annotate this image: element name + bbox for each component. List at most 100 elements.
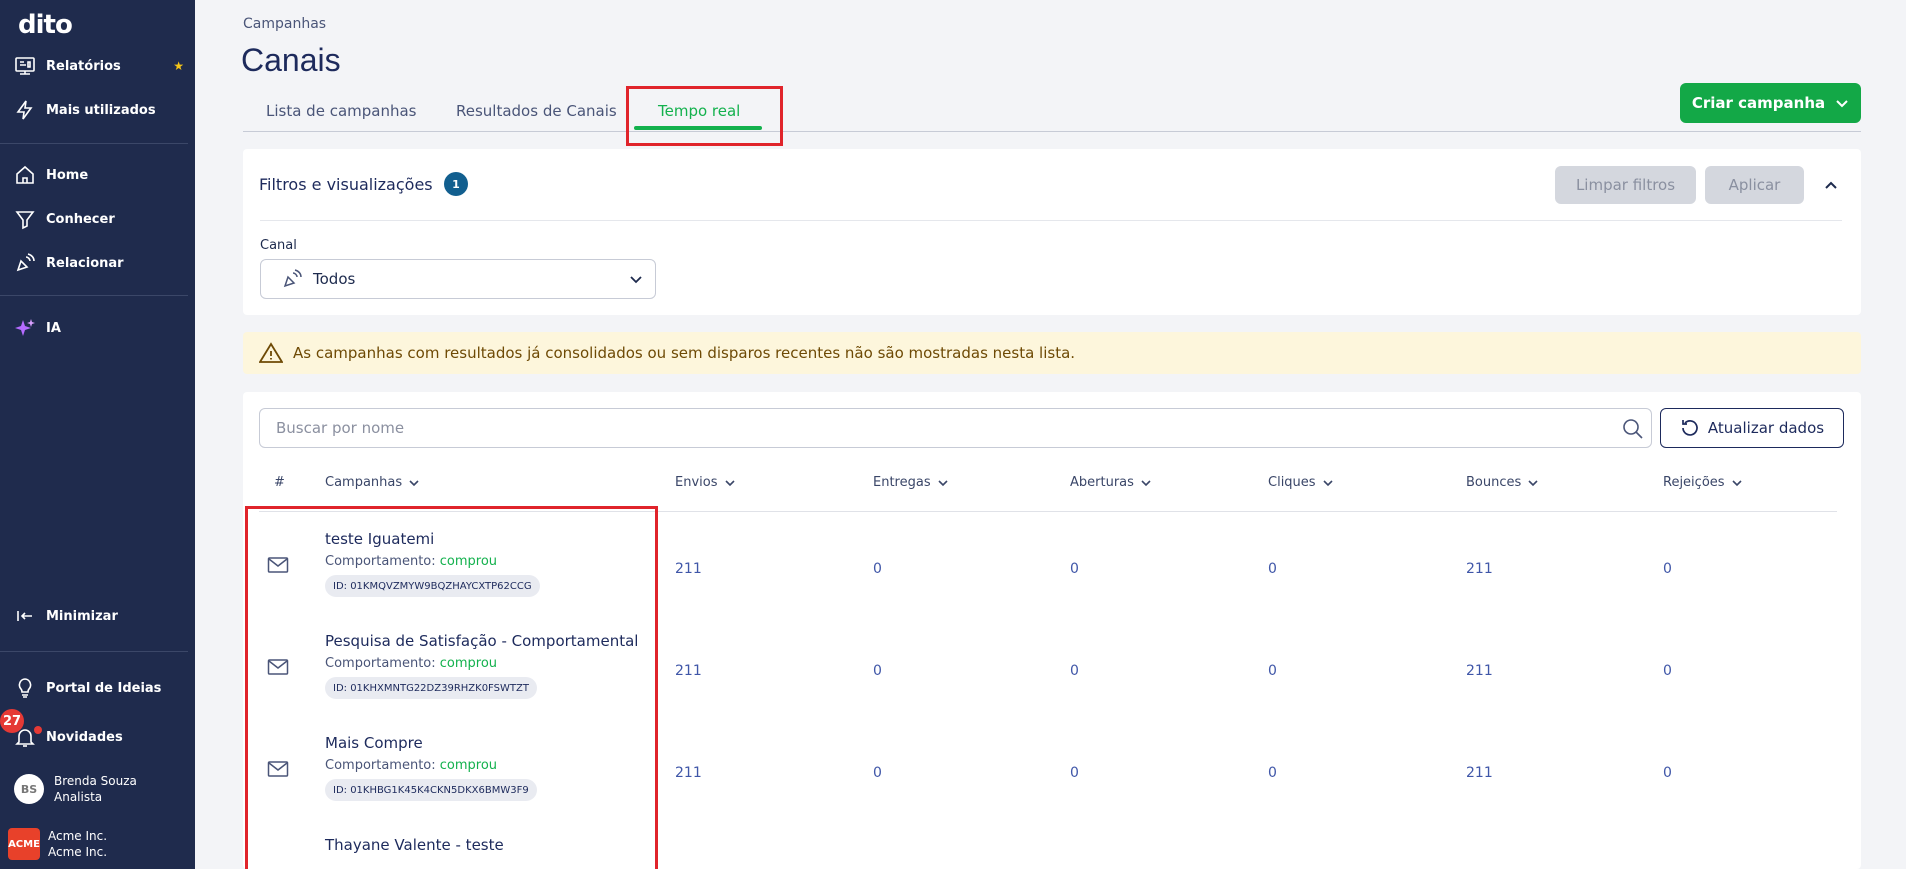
chevron-down-icon: [724, 479, 735, 486]
alert-text: As campanhas com resultados já consolida…: [293, 344, 1076, 362]
search-input[interactable]: [259, 408, 1652, 448]
mail-icon: [267, 557, 289, 573]
campaign-id-pill: ID: 01KMQVZMYW9BQZHAYCXTP62CCG: [325, 575, 540, 597]
filter-count-badge: 1: [444, 172, 468, 196]
company-logo: ACME: [8, 828, 40, 860]
cell-cliques: 0: [1268, 561, 1277, 577]
chevron-down-icon: [1528, 479, 1538, 486]
canal-select-value: Todos: [313, 270, 356, 288]
column-header-label: #: [274, 475, 285, 490]
star-icon: ★: [173, 59, 184, 73]
megaphone-icon: [283, 269, 302, 288]
apply-button[interactable]: Aplicar: [1705, 166, 1804, 204]
filters-divider: [260, 220, 1842, 221]
behavior-value: comprou: [439, 554, 498, 569]
campaign-id-pill: ID: 01KHBG1K45K4CKN5DKX6BMW3F9: [325, 779, 537, 801]
sidebar-item-mais-utilizados[interactable]: Mais utilizados: [14, 95, 184, 125]
campaign-behavior: Comportamento: comprou: [325, 656, 497, 671]
column-header-rejeicoes[interactable]: Rejeições: [1663, 475, 1743, 490]
canal-select[interactable]: Todos: [260, 259, 656, 299]
behavior-label: Comportamento:: [325, 554, 436, 569]
cell-entregas: 0: [873, 765, 882, 781]
clear-filters-button[interactable]: Limpar filtros: [1555, 166, 1696, 204]
column-header-cliques[interactable]: Cliques: [1268, 475, 1334, 490]
user-profile[interactable]: BS Brenda Souza Analista: [14, 771, 184, 807]
campaign-behavior: Comportamento: comprou: [325, 758, 497, 773]
chevron-down-icon: [1141, 479, 1151, 486]
active-tab-indicator: [634, 126, 762, 130]
cell-rejeicoes: 0: [1663, 663, 1672, 679]
canal-label: Canal: [260, 238, 297, 253]
dito-logo[interactable]: dito: [18, 10, 73, 40]
chevron-down-icon: [1836, 100, 1848, 108]
campaign-name[interactable]: Thayane Valente - teste: [325, 836, 504, 854]
collapse-icon: [17, 611, 32, 621]
sparkles-icon: [15, 319, 35, 336]
tab-resultados-de-canais[interactable]: Resultados de Canais: [456, 102, 617, 120]
table-row[interactable]: Pesquisa de Satisfação - Comportamental …: [259, 616, 1839, 718]
company-name: Acme Inc.: [48, 829, 108, 843]
column-header-entregas[interactable]: Entregas: [873, 475, 949, 490]
breadcrumb[interactable]: Campanhas: [243, 16, 326, 32]
sidebar-item-relacionar[interactable]: Relacionar: [14, 248, 184, 278]
sidebar-item-portal-de-ideias[interactable]: Portal de Ideias: [14, 673, 184, 703]
lightbulb-icon: [18, 678, 32, 698]
sidebar-item-label: Home: [46, 167, 89, 183]
column-header-bounces[interactable]: Bounces: [1466, 475, 1539, 490]
column-header-label: Campanhas: [325, 475, 403, 490]
refresh-icon: [1682, 420, 1698, 436]
cell-envios: 211: [675, 663, 702, 679]
tab-lista-de-campanhas[interactable]: Lista de campanhas: [266, 102, 416, 120]
sidebar-item-label: IA: [46, 320, 61, 336]
campaign-name[interactable]: teste Iguatemi: [325, 530, 434, 548]
sidebar-item-label: Relatórios: [46, 58, 121, 74]
sidebar-item-conhecer[interactable]: Conhecer: [14, 204, 184, 234]
divider: [0, 651, 188, 652]
campaign-name[interactable]: Mais Compre: [325, 734, 423, 752]
column-header-envios[interactable]: Envios: [675, 475, 736, 490]
company-switcher[interactable]: ACME Acme Inc. Acme Inc.: [8, 826, 178, 862]
table-header-divider: [259, 511, 1837, 512]
tab-tempo-real[interactable]: Tempo real: [658, 102, 740, 120]
chevron-down-icon: [409, 479, 419, 486]
chevron-down-icon: [1323, 479, 1333, 486]
tab-bar: Lista de campanhas Resultados de Canais …: [243, 96, 1861, 132]
sidebar-item-label: Mais utilizados: [46, 102, 156, 118]
column-header-campanhas[interactable]: Campanhas: [325, 475, 420, 490]
filters-title: Filtros e visualizações: [259, 175, 433, 194]
sidebar-item-minimizar[interactable]: Minimizar: [14, 601, 184, 631]
search-icon[interactable]: [1622, 418, 1644, 440]
sidebar-item-label: Portal de Ideias: [46, 680, 162, 696]
sidebar-item-relatorios[interactable]: Relatórios ★: [14, 51, 184, 81]
mail-icon: [267, 761, 289, 777]
column-header-aberturas[interactable]: Aberturas: [1070, 475, 1152, 490]
sidebar-item-label: Conhecer: [46, 211, 115, 227]
table-row[interactable]: teste Iguatemi Comportamento: comprou ID…: [259, 514, 1839, 616]
table-row[interactable]: Thayane Valente - teste: [259, 820, 1839, 869]
avatar: BS: [14, 774, 44, 804]
campaign-name[interactable]: Pesquisa de Satisfação - Comportamental: [325, 632, 638, 650]
sidebar-item-novidades[interactable]: 27 Novidades: [0, 709, 184, 752]
column-header-label: Bounces: [1466, 475, 1522, 490]
column-header-label: Rejeições: [1663, 475, 1725, 490]
cell-cliques: 0: [1268, 765, 1277, 781]
behavior-label: Comportamento:: [325, 758, 436, 773]
chevron-up-icon[interactable]: [1823, 177, 1839, 193]
cell-cliques: 0: [1268, 663, 1277, 679]
create-campaign-button[interactable]: Criar campanha: [1680, 83, 1861, 123]
cell-aberturas: 0: [1070, 561, 1079, 577]
cell-entregas: 0: [873, 663, 882, 679]
divider: [0, 143, 188, 144]
column-header-label: Cliques: [1268, 475, 1316, 490]
behavior-value: comprou: [439, 656, 498, 671]
column-header-label: Aberturas: [1070, 475, 1134, 490]
sidebar-item-home[interactable]: Home: [14, 160, 184, 190]
create-campaign-label: Criar campanha: [1691, 94, 1826, 112]
refresh-data-button[interactable]: Atualizar dados: [1660, 408, 1844, 448]
column-header-index: #: [274, 475, 285, 490]
divider: [0, 295, 188, 296]
column-header-label: Entregas: [873, 475, 931, 490]
sidebar-item-ia[interactable]: IA: [14, 313, 184, 343]
table-row[interactable]: Mais Compre Comportamento: comprou ID: 0…: [259, 718, 1839, 820]
cell-envios: 211: [675, 561, 702, 577]
